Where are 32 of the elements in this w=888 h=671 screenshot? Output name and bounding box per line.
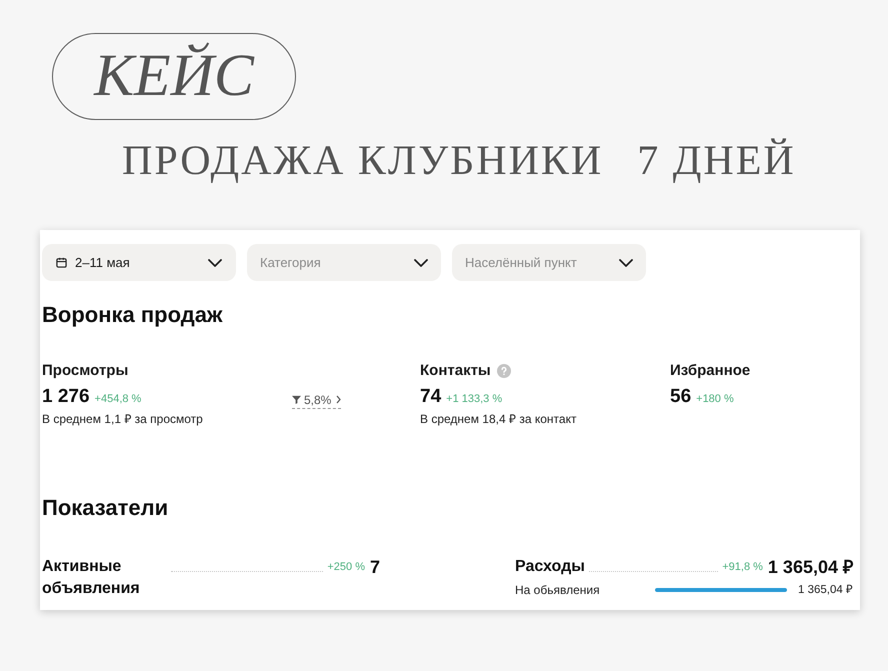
metric-label: Контакты (420, 361, 491, 381)
metric-label: Просмотры (42, 361, 128, 381)
indicator-value: 7 (370, 556, 380, 578)
metric-note: В среднем 18,4 ₽ за контакт (420, 411, 576, 427)
indicator-value: 1 365,04 ₽ (768, 556, 853, 578)
section-title: Показатели (42, 495, 168, 521)
metric-label: Избранное (670, 361, 750, 381)
breakdown-value: 1 365,04 ₽ (798, 583, 853, 598)
section-title: Воронка продаж (42, 302, 223, 328)
page-title: 7 ДНЕЙ (637, 140, 796, 182)
breakdown-label: На обьявления (515, 582, 601, 598)
chevron-down-icon (208, 258, 222, 266)
change-percent: +454,8 % (94, 392, 142, 407)
chevron-right-icon (336, 395, 342, 404)
change-percent: +180 % (696, 392, 734, 407)
date-dropdown[interactable]: 2–11 мая (42, 244, 236, 281)
chevron-down-icon (619, 258, 633, 266)
indicator-label: Расходы (515, 557, 585, 577)
calendar-icon (56, 257, 67, 268)
change-percent: +250 % (327, 560, 365, 575)
change-percent: +91,8 % (722, 560, 763, 575)
change-percent: +1 133,3 % (446, 392, 502, 407)
metric-note: В среднем 1,1 ₽ за просмотр (42, 411, 203, 427)
conversion-link[interactable]: 5,8% (292, 392, 342, 408)
metric-value: 1 276 (42, 385, 90, 409)
funnel-icon (292, 395, 301, 404)
chevron-down-icon (414, 258, 428, 266)
page-title: ПРОДАЖА КЛУБНИКИ (122, 140, 604, 182)
case-badge: КЕЙС (52, 33, 296, 120)
metric-value: 56 (670, 385, 692, 409)
metric-value: 74 (420, 385, 442, 409)
indicator-label: Активные объявления (42, 557, 141, 599)
